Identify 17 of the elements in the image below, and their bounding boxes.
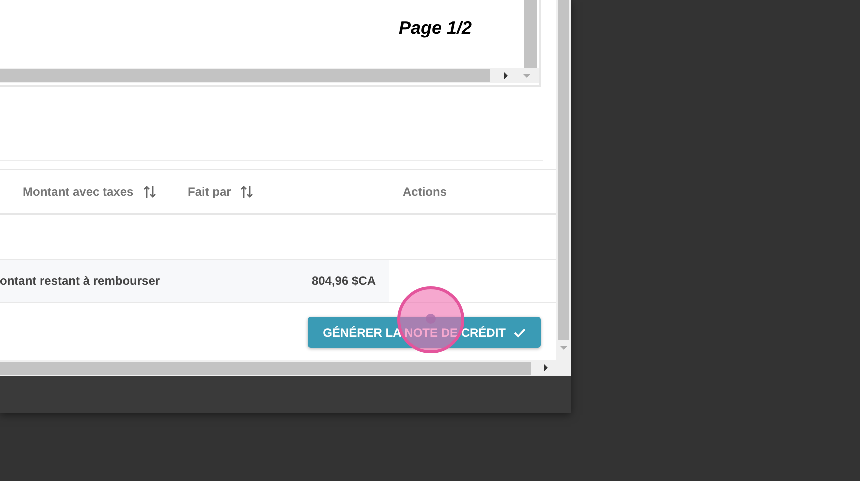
scrollbar[interactable] (0, 69, 490, 82)
scroll-right-icon[interactable] (542, 364, 550, 372)
summary-label: ontant restant à rembourser (0, 274, 160, 288)
sort-icon[interactable] (142, 184, 157, 198)
column-header[interactable]: Montant avec taxes (23, 184, 134, 198)
scrollbar[interactable] (524, 0, 537, 68)
scrollbar[interactable] (558, 0, 569, 340)
column-header[interactable]: Actions (403, 184, 448, 198)
scroll-right-icon[interactable] (502, 72, 510, 80)
scrollbar[interactable] (0, 362, 531, 374)
summary-amount: 804,96 $CA (312, 274, 376, 288)
check-icon (514, 328, 526, 338)
page-label: Page 1/2 (398, 18, 472, 39)
scroll-down-icon[interactable] (558, 344, 568, 352)
scroll-down-icon[interactable] (522, 72, 532, 80)
column-header[interactable]: Fait par (188, 184, 232, 198)
sort-icon[interactable] (240, 184, 254, 198)
